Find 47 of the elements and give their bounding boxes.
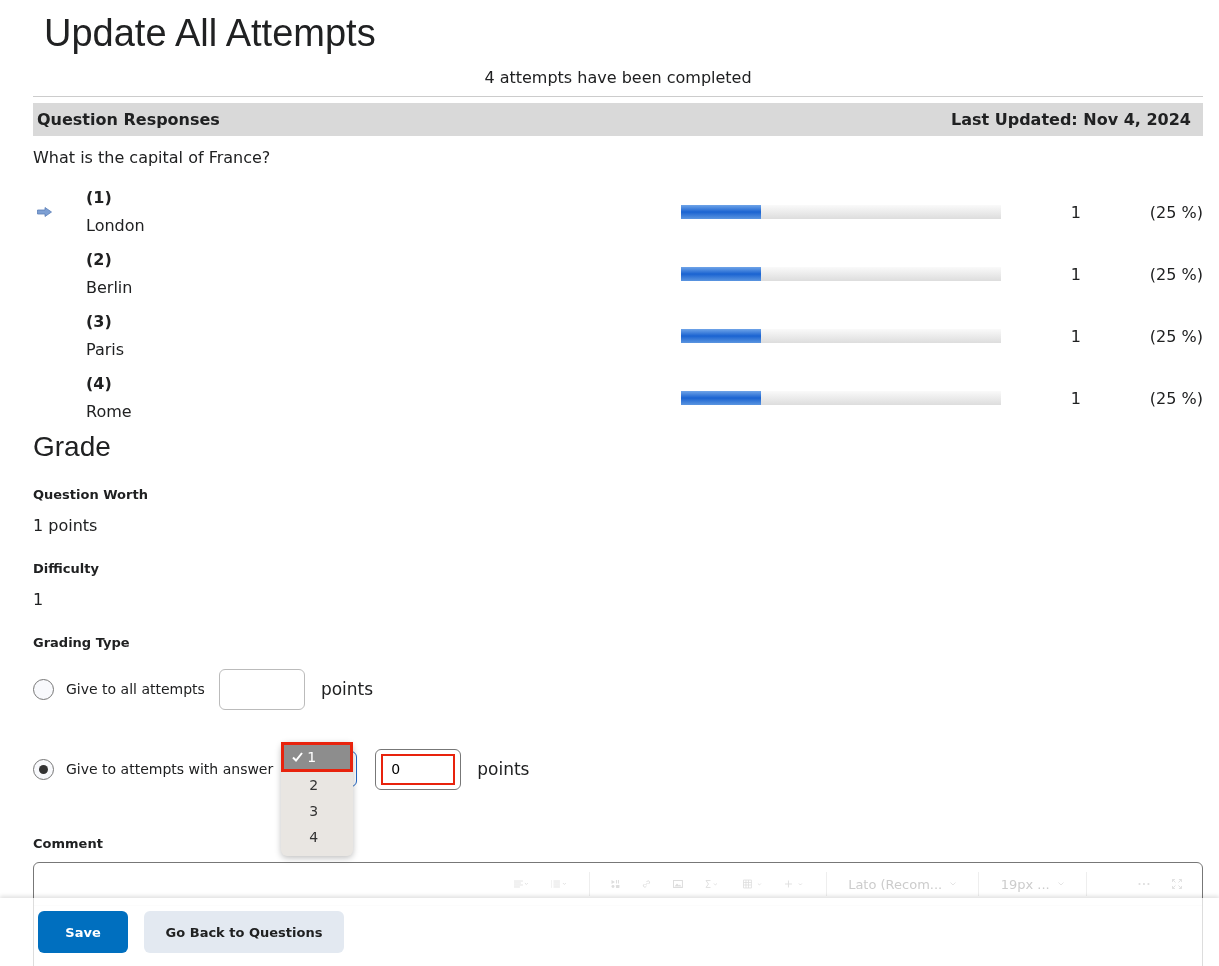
- response-count: 1: [1069, 388, 1081, 408]
- last-updated: Last Updated: Nov 4, 2024: [950, 110, 1191, 129]
- response-count: 1: [1069, 264, 1081, 284]
- save-button[interactable]: Save: [38, 911, 128, 953]
- option-label: Give to all attempts: [66, 681, 205, 697]
- response-count: 1: [1069, 326, 1081, 346]
- response-percent: (25 %): [1148, 388, 1203, 408]
- section-title: Question Responses: [37, 110, 220, 129]
- option-label: Give to attempts with answer: [66, 761, 274, 777]
- more-icon: [1138, 881, 1151, 887]
- dropdown-option[interactable]: 2: [281, 772, 354, 798]
- points-label: points: [320, 679, 374, 699]
- field-value: 1: [33, 590, 45, 609]
- list-icon: [550, 877, 567, 891]
- attempts-summary: 4 attempts have been completed: [33, 68, 1203, 97]
- response-percent: (25 %): [1148, 326, 1203, 346]
- checkmark-icon: [292, 752, 304, 762]
- response-count: 1: [1069, 202, 1081, 222]
- field-label: Comment: [33, 836, 103, 851]
- radio-button[interactable]: [33, 678, 54, 700]
- points-input[interactable]: [218, 668, 305, 710]
- answer-number: (2): [86, 249, 113, 271]
- page-title: Update All Attempts: [43, 11, 377, 54]
- field-label: Grading Type: [33, 635, 131, 650]
- dropdown-option[interactable]: 3: [281, 798, 354, 824]
- question-text: What is the capital of France?: [33, 148, 272, 167]
- points-label: points: [477, 759, 530, 779]
- response-percent: (25 %): [1148, 202, 1203, 222]
- answer-number: (3): [86, 311, 113, 333]
- back-button[interactable]: Go Back to Questions: [144, 911, 344, 953]
- answer-text: Paris: [86, 339, 126, 361]
- answer-text: London: [86, 215, 146, 237]
- answer-number: (1): [86, 187, 113, 209]
- answer-text: Rome: [86, 401, 133, 423]
- field-value: 1 points: [33, 516, 99, 535]
- field-label: Question Worth: [33, 487, 149, 502]
- chevron-icon: [950, 880, 957, 888]
- answer-number: (4): [86, 373, 113, 395]
- grade-heading: Grade: [33, 431, 112, 463]
- answer-text: Berlin: [86, 277, 134, 299]
- radio-button[interactable]: [33, 758, 54, 780]
- chevron-icon: [1057, 880, 1064, 888]
- response-percent: (25 %): [1148, 264, 1203, 284]
- dropdown-option[interactable]: 4: [281, 824, 354, 850]
- field-label: Difficulty: [33, 561, 100, 576]
- points-input[interactable]: 0: [381, 753, 456, 785]
- align-icon: [514, 877, 529, 891]
